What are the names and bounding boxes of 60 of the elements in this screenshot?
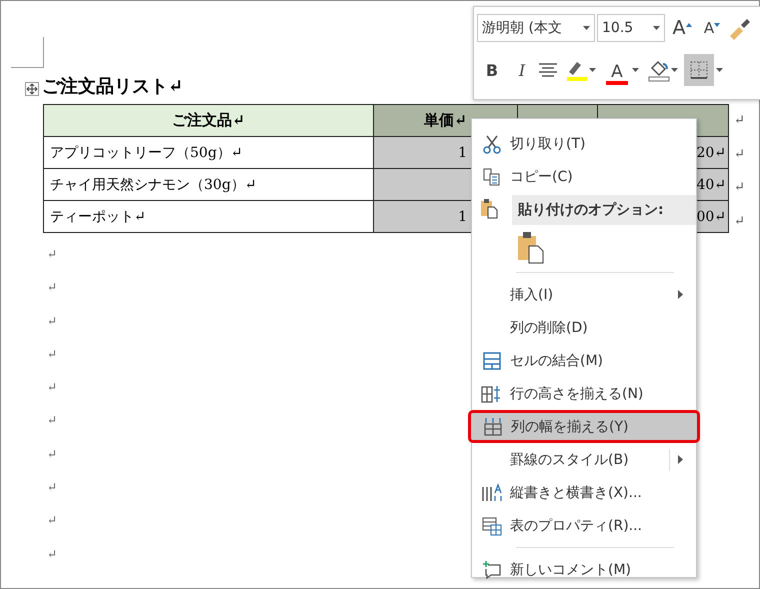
down-triangle-icon <box>714 23 720 27</box>
paragraph-mark: ↵ <box>47 513 58 528</box>
caret-icon <box>716 68 723 72</box>
menu-item[interactable]: 列の幅を揃える(Y) <box>468 410 700 443</box>
font-name-dropdown[interactable]: 游明朝 (本文 <box>477 14 595 42</box>
distribute-columns-icon <box>483 416 503 436</box>
menu-item[interactable]: 縦書きと横書き(X)... <box>474 476 694 509</box>
document-heading: ご注文品リスト↵ <box>42 76 184 98</box>
shrink-font-button[interactable]: A <box>699 14 725 42</box>
table-cell: アプリコットリーフ（50g）↵ <box>44 136 374 168</box>
paste-options-heading: 貼り付けのオプション: <box>512 195 696 225</box>
column-header: ご注文品↵ <box>44 104 374 136</box>
paragraph-mark: ↵ <box>47 546 58 561</box>
font-color-button[interactable]: A <box>604 55 630 85</box>
grow-font-button[interactable]: A <box>669 14 695 42</box>
keep-formatting-paste-icon[interactable] <box>516 230 546 264</box>
paragraph-mark: ↵ <box>47 280 58 294</box>
paragraph-mark: ↵ <box>47 480 58 494</box>
menu-item[interactable]: 表のプロパティ(R)... <box>474 509 694 542</box>
paragraph-mark: ↵ <box>47 413 58 428</box>
distribute-rows-icon <box>481 384 503 404</box>
row-end-mark: ↵ <box>734 112 745 130</box>
paragraph-mark: ↵ <box>47 314 58 328</box>
center-align-icon[interactable] <box>537 61 559 79</box>
borders-button[interactable] <box>684 54 714 86</box>
menu-item[interactable]: 列の削除(D) <box>474 311 694 344</box>
caret-icon <box>589 68 596 72</box>
up-triangle-icon <box>686 23 692 27</box>
paragraph-mark: ↵ <box>47 247 58 261</box>
table-properties-icon <box>482 516 502 536</box>
caret-icon <box>583 26 590 30</box>
paragraph-mark: ↵ <box>47 346 58 361</box>
borders-icon <box>689 60 709 80</box>
table-cell: ティーポット↵ <box>44 200 374 232</box>
italic-button[interactable]: I <box>509 56 535 84</box>
paragraph-mark: ↵ <box>47 380 58 394</box>
caret-icon <box>653 26 660 30</box>
menu-item[interactable]: 罫線のスタイル(B) <box>474 443 694 476</box>
text-direction-icon <box>481 482 503 502</box>
clipboard-icon <box>479 197 499 219</box>
menu-item[interactable]: 挿入(I) <box>474 278 694 311</box>
shading-icon[interactable] <box>647 58 671 82</box>
bold-button[interactable]: B <box>479 56 505 84</box>
font-size-dropdown[interactable]: 10.5 <box>597 14 665 42</box>
scissors-icon <box>482 134 502 154</box>
row-end-mark: ↵ <box>734 179 745 197</box>
table-move-handle-icon[interactable] <box>25 82 39 96</box>
row-end-mark: ↵ <box>734 146 745 164</box>
copy-icon <box>482 166 502 186</box>
page-corner-mark <box>11 37 44 68</box>
menu-item[interactable]: セルの結合(M) <box>474 344 694 377</box>
merge-cells-icon <box>482 350 502 370</box>
new-comment-icon <box>482 560 502 580</box>
caret-icon <box>671 68 678 72</box>
caret-icon <box>632 68 639 72</box>
row-end-mark: ↵ <box>734 212 745 230</box>
menu-item[interactable]: 新しいコメント(M) <box>474 553 694 586</box>
table-cell: チャイ用天然シナモン（30g）↵ <box>44 168 374 200</box>
paragraph-mark: ↵ <box>47 446 58 461</box>
menu-item[interactable]: 行の高さを揃える(N) <box>474 377 694 410</box>
